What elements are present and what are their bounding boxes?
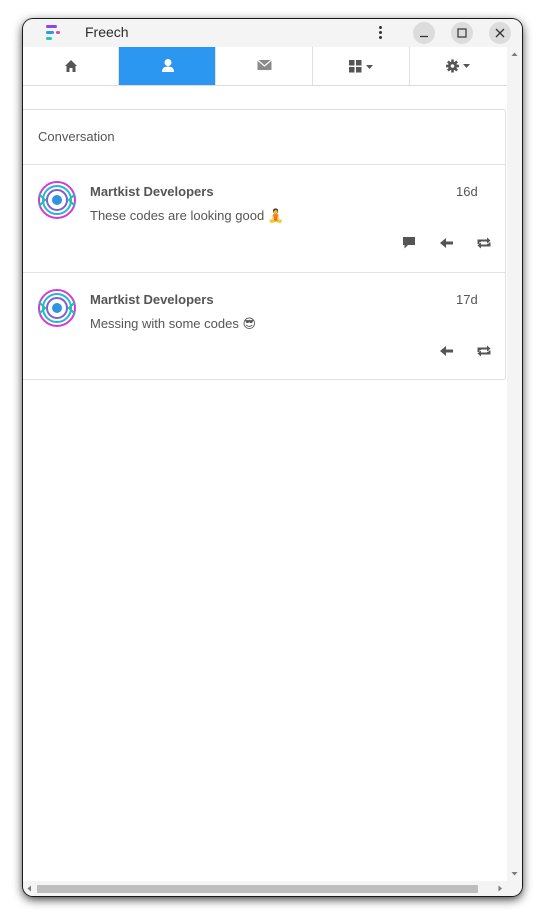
home-icon [65,60,77,72]
app-window: Freech Conversation Martkist Developers … [23,19,522,896]
post-item[interactable]: Martkist Developers 17d Messing with som… [23,273,505,381]
vertical-scrollbar[interactable] [507,47,522,881]
envelope-icon [257,59,272,70]
conversation-header: Conversation [23,110,505,165]
kebab-menu-icon[interactable] [371,24,389,42]
close-button[interactable] [489,22,511,44]
avatar[interactable] [37,180,77,220]
repost-icon[interactable] [475,343,493,359]
main-content: Conversation Martkist Developers 16d The… [23,47,507,881]
post-author[interactable]: Martkist Developers [90,184,214,199]
post-text: These codes are looking good 🧘 [90,208,284,223]
close-icon [495,28,505,38]
top-navbar [23,47,507,86]
post-timestamp[interactable]: 16d [456,184,478,199]
conversation-panel: Conversation Martkist Developers 16d The… [23,109,506,380]
tab-profile[interactable] [119,47,216,85]
post-item[interactable]: Martkist Developers 16d These codes are … [23,165,505,273]
post-author[interactable]: Martkist Developers [90,292,214,307]
tab-home[interactable] [23,47,119,85]
window-title: Freech [85,24,129,40]
repost-icon[interactable] [475,235,493,251]
title-bar: Freech [23,19,522,47]
tab-messages[interactable] [216,47,313,85]
comment-icon[interactable] [400,235,418,251]
avatar[interactable] [37,288,77,328]
reply-icon[interactable] [438,343,456,359]
tab-apps-dropdown[interactable] [313,47,410,85]
scroll-left-icon[interactable] [23,881,37,896]
panel-title: Conversation [38,129,115,144]
user-icon [162,59,174,72]
horizontal-scrollbar[interactable] [23,881,522,896]
scroll-right-icon[interactable] [493,881,507,896]
freech-logo-icon [46,25,60,40]
minimize-button[interactable] [413,22,435,44]
grid-icon [349,60,373,73]
gear-icon [446,59,470,73]
maximize-button[interactable] [451,22,473,44]
post-timestamp[interactable]: 17d [456,292,478,307]
horizontal-scroll-thumb[interactable] [37,885,478,893]
scroll-arrows-icon [511,52,518,876]
reply-icon[interactable] [438,235,456,251]
post-text: Messing with some codes 😎 [90,316,257,331]
tab-settings-dropdown[interactable] [410,47,507,85]
minimize-icon [420,35,428,38]
maximize-icon [457,28,467,38]
